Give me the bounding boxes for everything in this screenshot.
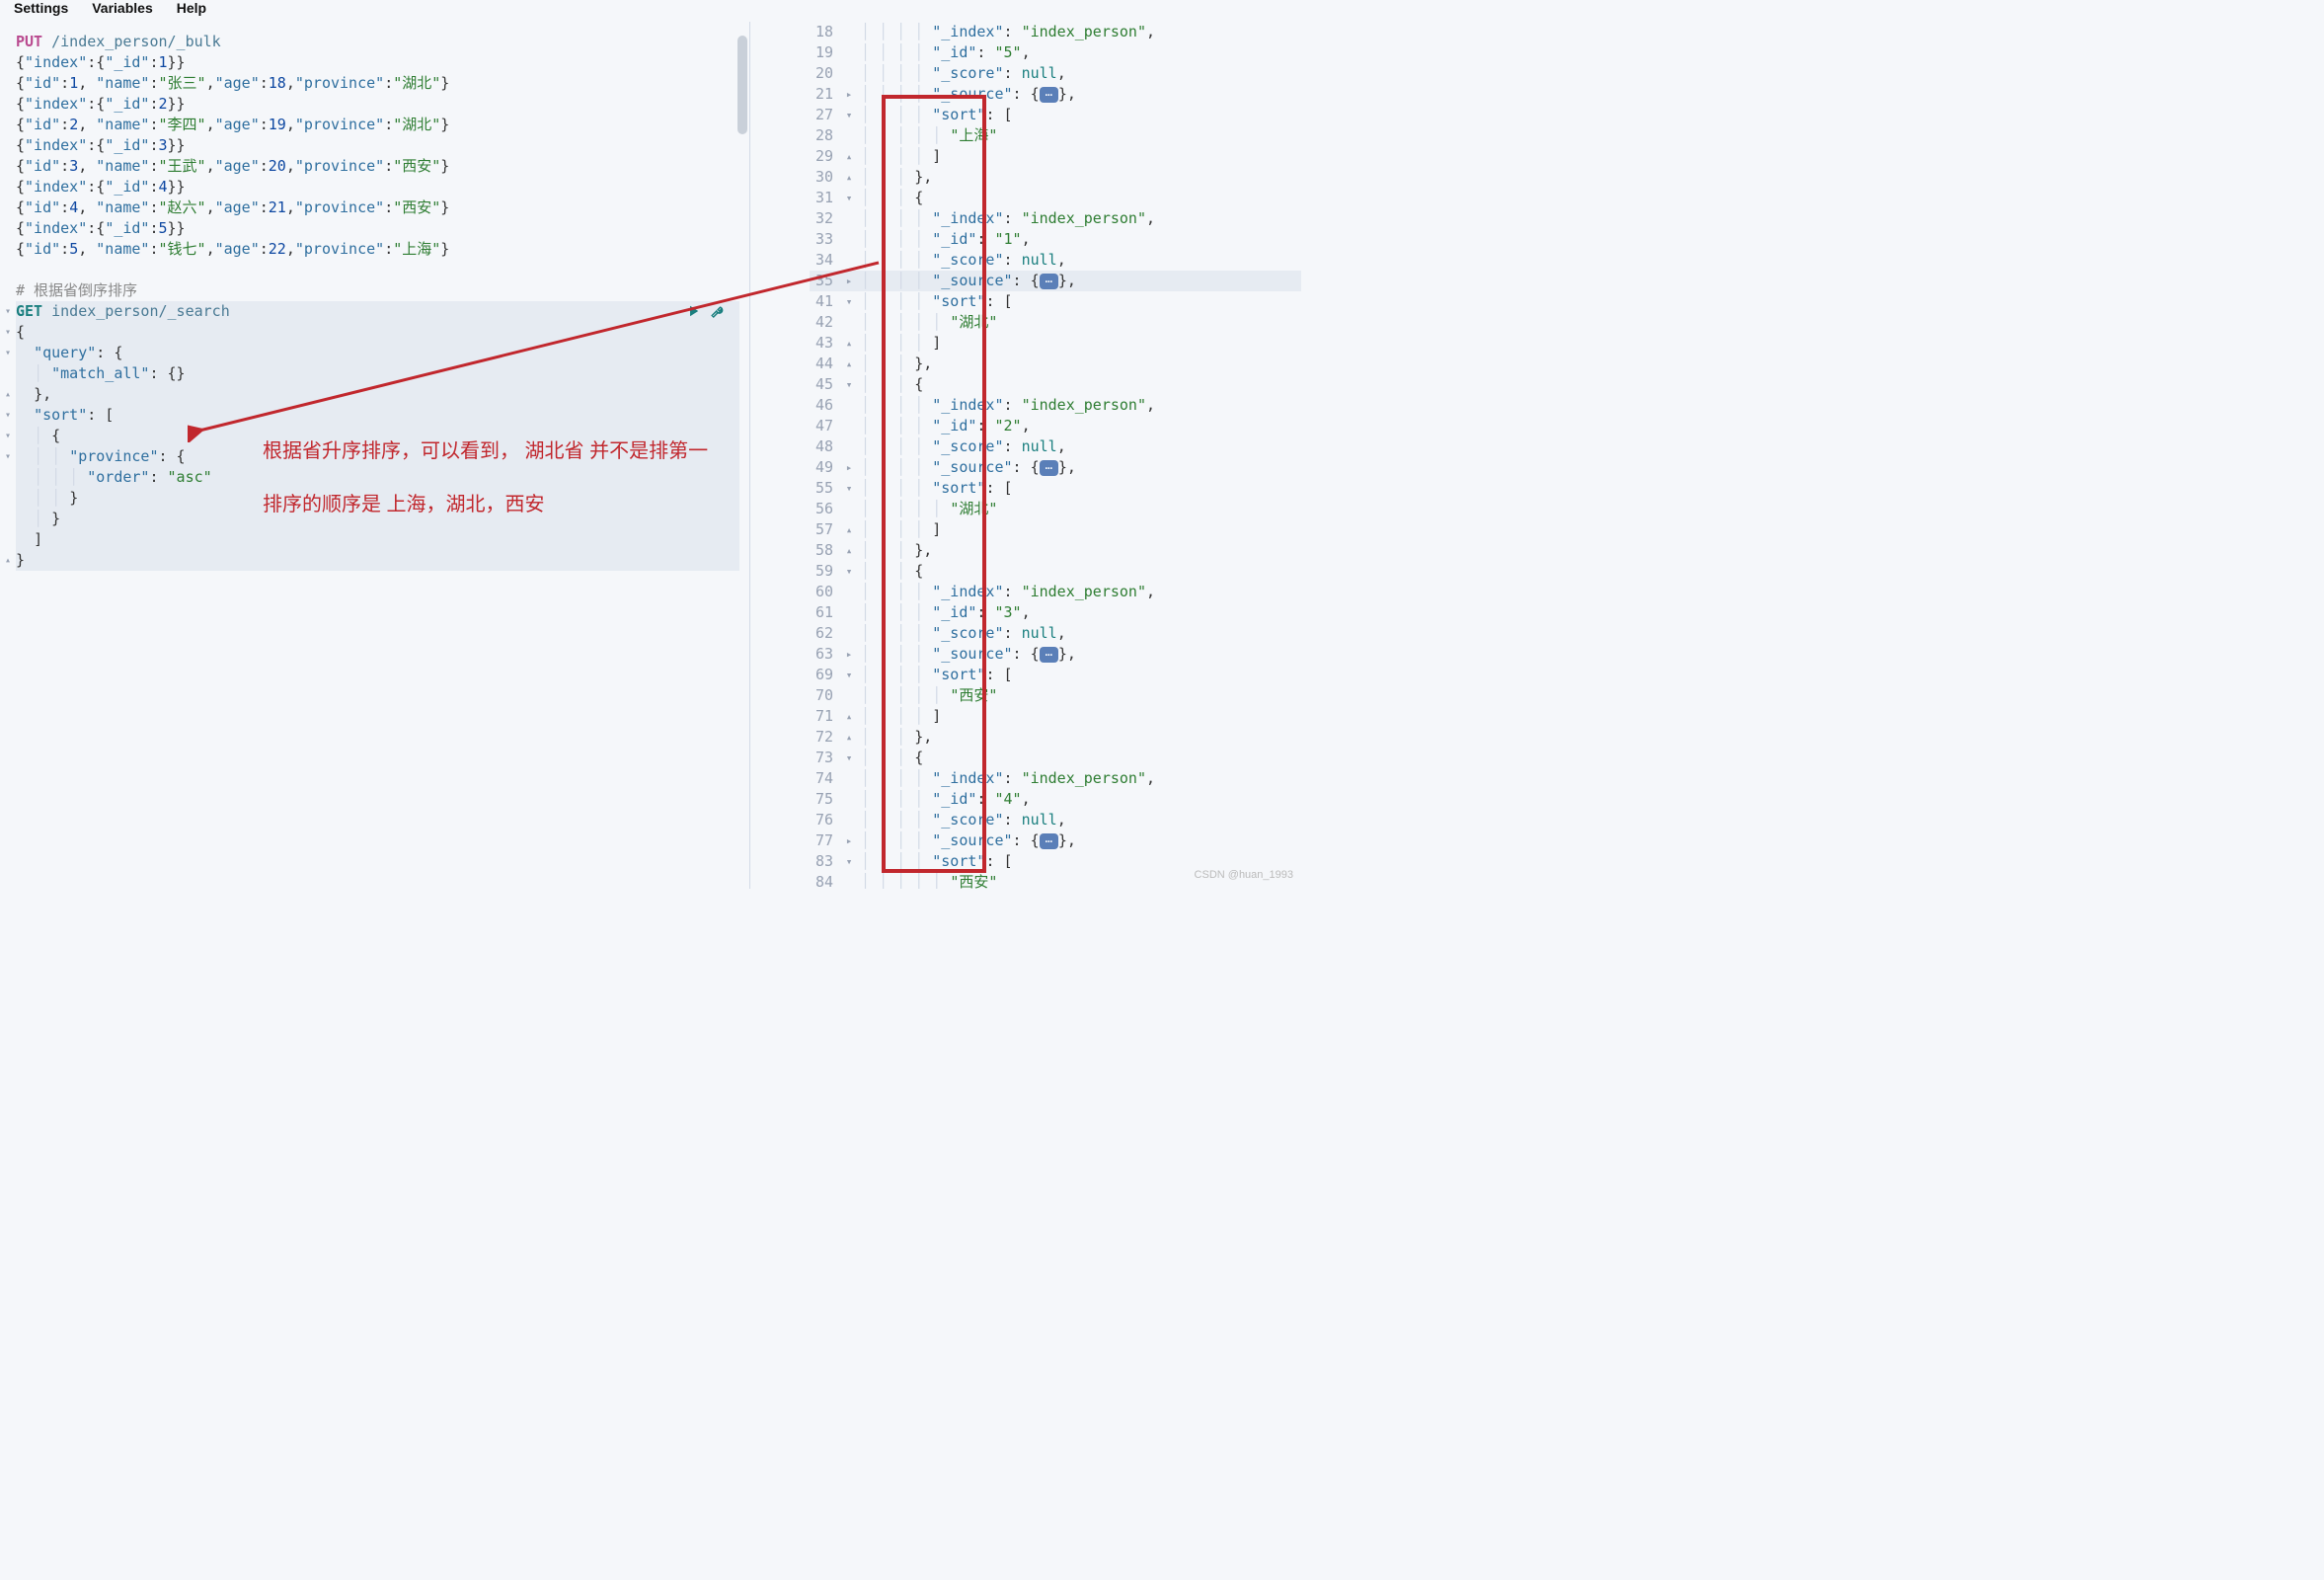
watermark: CSDN @huan_1993 bbox=[1195, 869, 1293, 881]
annotation-text-2: 排序的顺序是 上海，湖北，西安 bbox=[263, 488, 545, 516]
annotation-box bbox=[882, 95, 986, 873]
play-icon[interactable] bbox=[684, 302, 702, 324]
scrollbar-thumb[interactable] bbox=[737, 36, 747, 134]
menu-settings[interactable]: Settings bbox=[14, 0, 68, 16]
response-pane[interactable]: 18│ │ │ │ "_index": "index_person",19│ │… bbox=[750, 22, 1301, 889]
run-actions bbox=[684, 302, 728, 324]
wrench-icon[interactable] bbox=[710, 302, 728, 324]
menu-variables[interactable]: Variables bbox=[92, 0, 153, 16]
menu-bar: Settings Variables Help bbox=[0, 0, 1301, 22]
menu-help[interactable]: Help bbox=[177, 0, 206, 16]
fold-gutter-left: ▾▾▾ ▴▾▾▾ ▴ bbox=[0, 22, 16, 889]
annotation-text-1: 根据省升序排序，可以看到， 湖北省 并不是排第一 bbox=[263, 434, 708, 463]
